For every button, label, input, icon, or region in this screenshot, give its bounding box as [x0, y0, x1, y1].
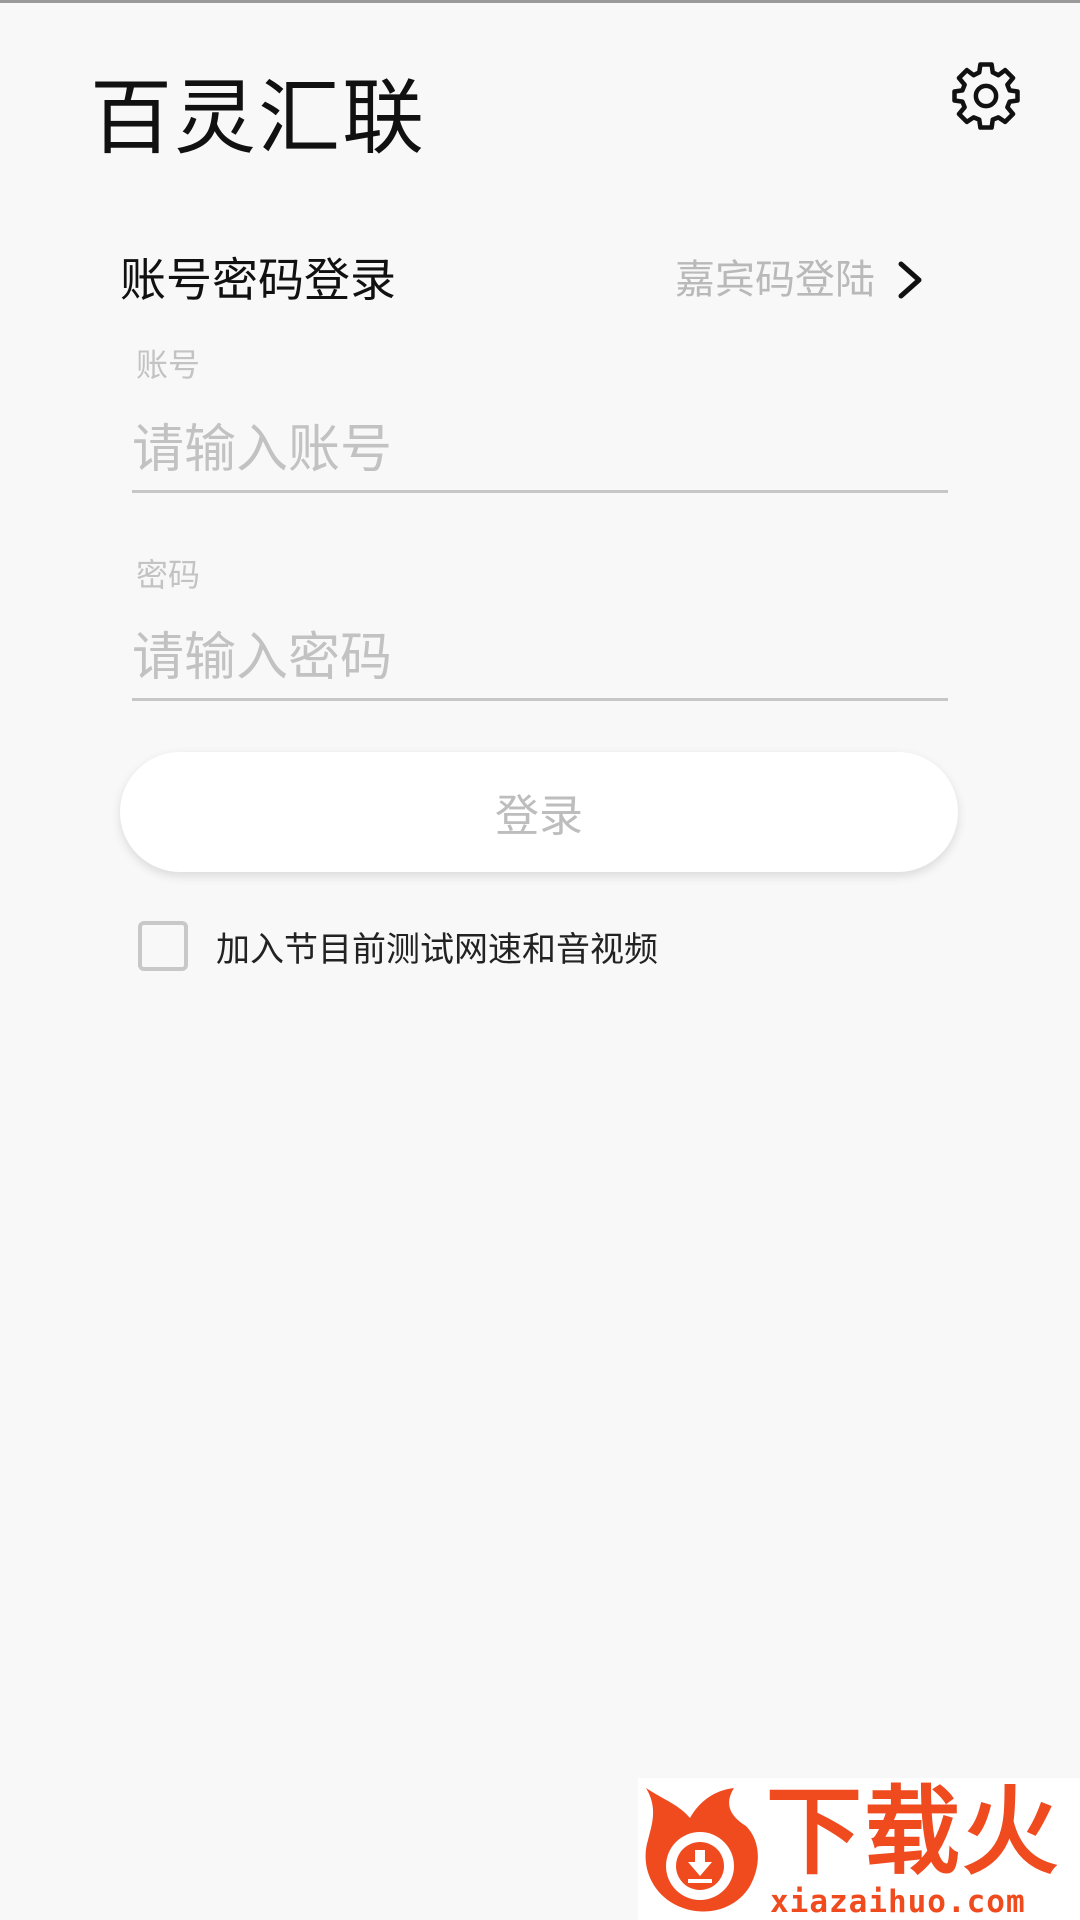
password-label: 密码 [136, 556, 201, 594]
settings-button[interactable] [950, 60, 1022, 132]
pretest-option[interactable]: 加入节目前测试网速和音视频 [138, 920, 658, 972]
password-input[interactable] [132, 618, 948, 701]
gear-icon [952, 62, 1020, 130]
account-label: 账号 [136, 346, 201, 384]
guest-code-login-label: 嘉宾码登陆 [675, 257, 875, 303]
login-mode-title: 账号密码登录 [120, 253, 396, 307]
watermark-url: xiazaihuo.com [770, 1884, 1026, 1920]
pretest-checkbox[interactable] [138, 921, 188, 971]
login-mode-row: 账号密码登录 嘉宾码登陆 [120, 245, 925, 315]
status-bar-divider [0, 0, 1080, 3]
watermark-brand: 下载火 [766, 1776, 1060, 1888]
app-title: 百灵汇联 [90, 71, 427, 166]
chevron-right-icon [895, 258, 925, 302]
pretest-label: 加入节目前测试网速和音视频 [216, 929, 658, 970]
account-input[interactable] [132, 410, 948, 493]
watermark: 下载火 xiazaihuo.com [638, 1778, 1080, 1920]
login-button[interactable]: 登录 [120, 752, 958, 872]
guest-code-login-link[interactable]: 嘉宾码登陆 [675, 245, 925, 315]
